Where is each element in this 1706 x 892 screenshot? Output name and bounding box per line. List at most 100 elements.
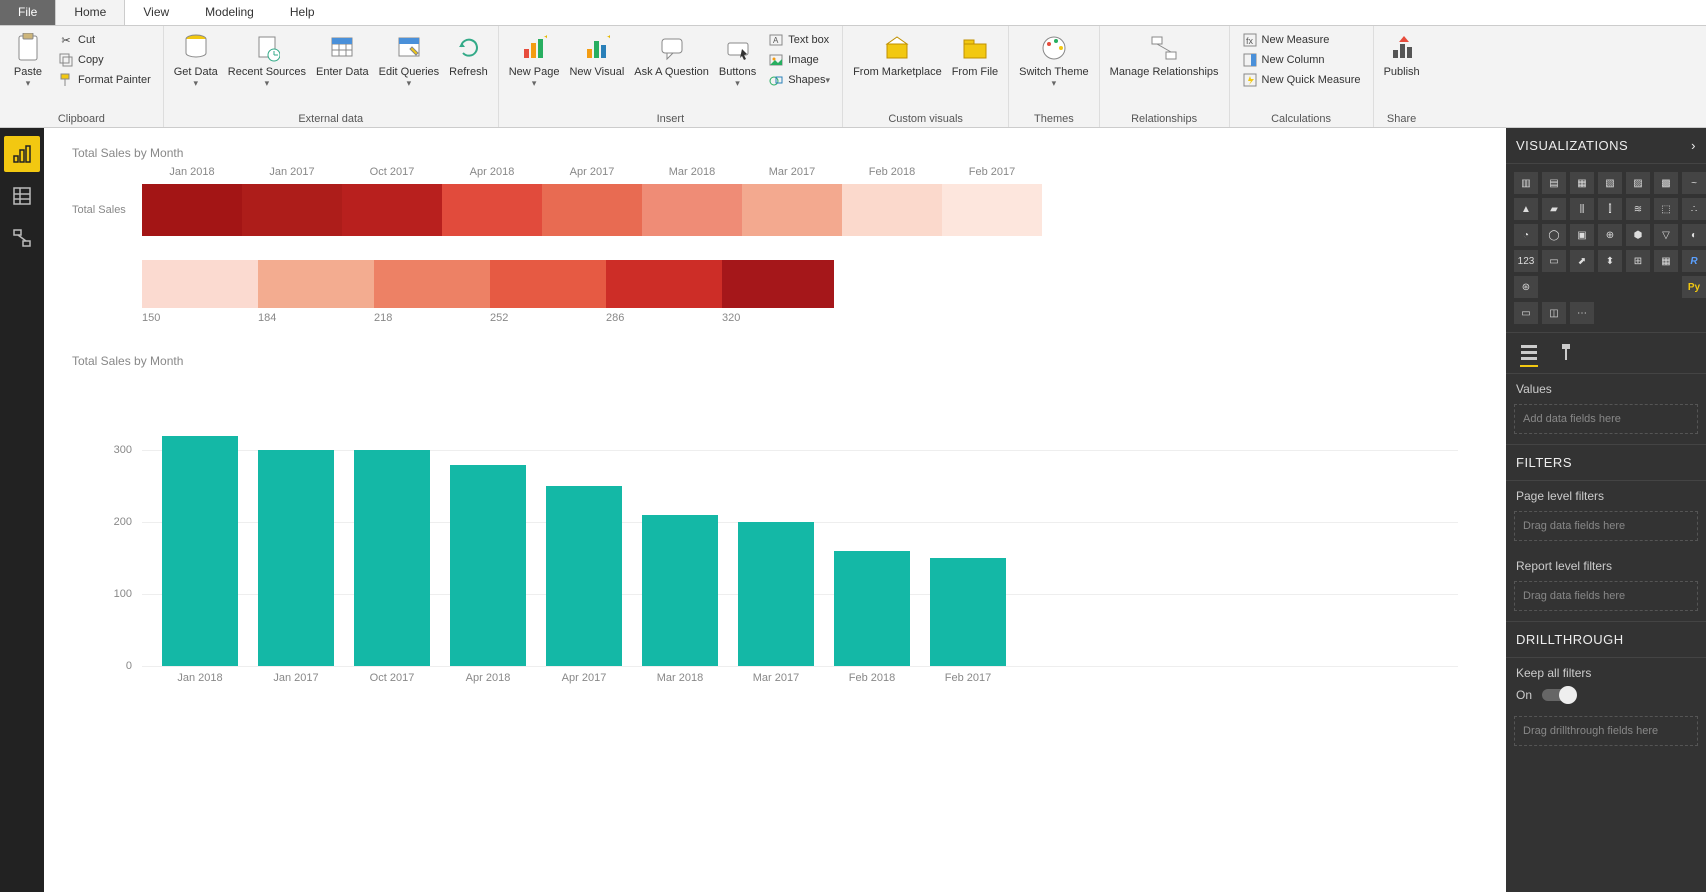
legend-tick: 320 [722,312,838,324]
menubar: File Home View Modeling Help [0,0,1706,26]
buttons-button[interactable]: Buttons▾ [715,30,760,91]
values-label: Values [1506,374,1706,400]
textbox-button[interactable]: AText box [762,30,836,50]
viz-map[interactable]: ⊕ [1598,224,1622,246]
group-label-custom: Custom visuals [849,109,1002,127]
viz-line-clustered[interactable]: ⫿ [1598,198,1622,220]
from-marketplace-button[interactable]: From Marketplace [849,30,946,80]
heatmap-cells [142,184,1042,236]
get-data-button[interactable]: Get Data▾ [170,30,222,91]
new-column-button[interactable]: New Column [1236,50,1367,70]
drillthrough-dropzone[interactable]: Drag drillthrough fields here [1514,716,1698,746]
viz-funnel[interactable]: ▽ [1654,224,1678,246]
viz-100-column[interactable]: ▩ [1654,172,1678,194]
new-visual-button[interactable]: ✦New Visual [565,30,628,80]
recent-sources-button[interactable]: Recent Sources▾ [224,30,310,91]
refresh-button[interactable]: Refresh [445,30,492,80]
paste-button[interactable]: Paste ▾ [6,30,50,91]
viz-pie[interactable]: ◔ [1514,224,1538,246]
report-filters-dropzone[interactable]: Drag data fields here [1514,581,1698,611]
viz-kpi[interactable]: ⬈ [1570,250,1594,272]
fields-tab-icon[interactable] [1520,339,1538,367]
bar-x-label: Mar 2018 [632,672,728,684]
database-icon [180,32,212,64]
rail-report-icon[interactable] [4,136,40,172]
viz-donut[interactable]: ◯ [1542,224,1566,246]
viz-stacked-area[interactable]: ▰ [1542,198,1566,220]
menu-home[interactable]: Home [55,0,125,25]
viz-line[interactable]: ~ [1682,172,1706,194]
bar-y-tick: 0 [72,660,132,672]
format-painter-button[interactable]: Format Painter [52,70,157,90]
ask-question-button[interactable]: Ask A Question [630,30,713,80]
viz-python[interactable]: Py [1682,276,1706,298]
image-button[interactable]: Image [762,50,836,70]
menu-view[interactable]: View [125,0,187,25]
new-measure-button[interactable]: fxNew Measure [1236,30,1367,50]
rail-data-icon[interactable] [4,178,40,214]
legend-swatch [258,260,374,308]
viz-gauge[interactable]: ◐ [1682,224,1706,246]
edit-queries-button[interactable]: Edit Queries▾ [375,30,444,91]
viz-gallery: ▥▤▦▧▨▩~ ▲▰⫼⫿≋⬚∴ ◔◯▣⊕⬢▽◐ 123▭⬈⬍⊞▦R Py ⊛▭◫… [1506,164,1706,332]
group-label-external: External data [170,109,492,127]
publish-button[interactable]: Publish [1380,30,1424,80]
switch-theme-button[interactable]: Switch Theme▾ [1015,30,1093,91]
rail-model-icon[interactable] [4,220,40,256]
viz-key-influencer[interactable]: ◫ [1542,302,1566,324]
viz-filled-map[interactable]: ⬢ [1626,224,1650,246]
heatmap-cell [942,184,1042,236]
viz-table[interactable]: ⊞ [1626,250,1650,272]
viz-matrix[interactable]: ▦ [1654,250,1678,272]
heatmap-cell [242,184,342,236]
new-quick-measure-button[interactable]: New Quick Measure [1236,70,1367,90]
menu-modeling[interactable]: Modeling [187,0,272,25]
viz-slicer[interactable]: ⬍ [1598,250,1622,272]
viz-scatter[interactable]: ∴ [1682,198,1706,220]
menu-help[interactable]: Help [272,0,333,25]
viz-card[interactable]: 123 [1514,250,1538,272]
keep-all-filters-toggle[interactable]: On [1506,684,1706,712]
collapse-panel-icon[interactable]: › [1691,138,1696,153]
recent-icon [251,32,283,64]
drillthrough-title: DRILLTHROUGH [1516,632,1624,647]
cut-button[interactable]: ✂Cut [52,30,157,50]
column-icon [1242,52,1258,68]
new-page-button[interactable]: ✦New Page▾ [505,30,564,91]
bar-y-tick: 200 [72,516,132,528]
edit-queries-icon [393,32,425,64]
svg-text:A: A [773,36,779,45]
viz-area[interactable]: ▲ [1514,198,1538,220]
viz-waterfall[interactable]: ⬚ [1654,198,1678,220]
viz-arc-map[interactable]: ⊛ [1514,276,1538,298]
viz-treemap[interactable]: ▣ [1570,224,1594,246]
enter-data-button[interactable]: Enter Data [312,30,373,80]
values-dropzone[interactable]: Add data fields here [1514,404,1698,434]
relationships-icon [1148,32,1180,64]
viz-clustered-bar[interactable]: ▤ [1542,172,1566,194]
viz-r-script[interactable]: R [1682,250,1706,272]
viz-ribbon[interactable]: ≋ [1626,198,1650,220]
legend-tick: 286 [606,312,722,324]
page-filters-dropzone[interactable]: Drag data fields here [1514,511,1698,541]
viz-stacked-column[interactable]: ▦ [1570,172,1594,194]
viz-shape-map[interactable]: ▭ [1514,302,1538,324]
heatmap-cell [342,184,442,236]
menu-file[interactable]: File [0,0,55,25]
shapes-button[interactable]: Shapes ▾ [762,70,836,90]
viz-100-bar[interactable]: ▨ [1626,172,1650,194]
viz-clustered-column[interactable]: ▧ [1598,172,1622,194]
viz-stacked-bar[interactable]: ▥ [1514,172,1538,194]
report-canvas[interactable]: Total Sales by Month Jan 2018Jan 2017Oct… [44,128,1506,892]
heatmap-x-label: Apr 2017 [542,166,642,178]
bar-visual[interactable]: 0100200300Jan 2018Jan 2017Oct 2017Apr 20… [72,416,1478,696]
viz-more[interactable]: ⋯ [1570,302,1594,324]
manage-relationships-button[interactable]: Manage Relationships [1106,30,1223,80]
viz-line-column[interactable]: ⫼ [1570,198,1594,220]
from-file-button[interactable]: From File [948,30,1002,80]
viz-multi-card[interactable]: ▭ [1542,250,1566,272]
heatmap-visual[interactable]: Jan 2018Jan 2017Oct 2017Apr 2018Apr 2017… [72,166,1478,324]
shapes-icon [768,72,784,88]
copy-button[interactable]: Copy [52,50,157,70]
format-tab-icon[interactable] [1558,339,1576,367]
